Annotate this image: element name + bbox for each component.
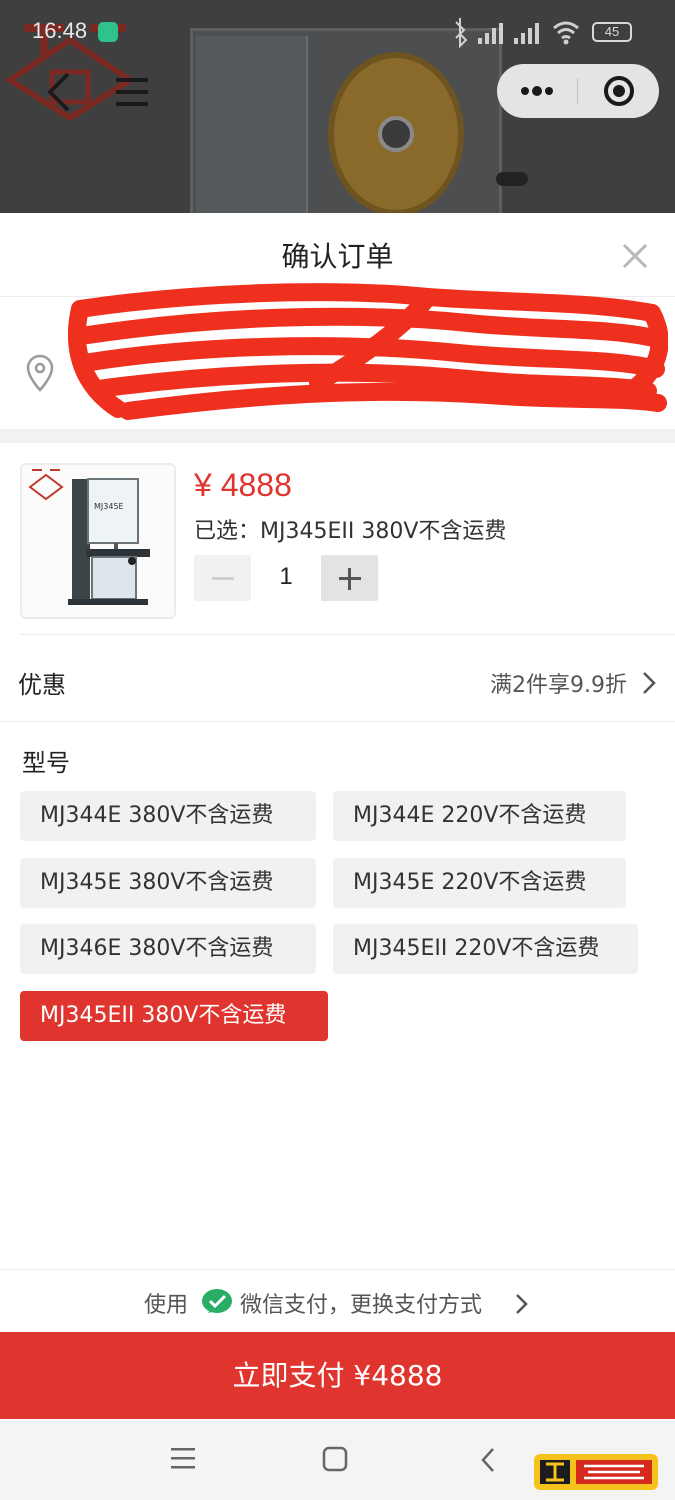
system-navigation-bar xyxy=(0,1420,675,1500)
order-sheet: 确认订单 MJ345E ¥ 4888 已选：MJ345EII 380V不含运费 … xyxy=(0,213,675,1420)
quantity-decrease-button[interactable] xyxy=(194,555,251,601)
shield-app-icon xyxy=(98,22,118,42)
model-option[interactable]: MJ344E 380V不含运费 xyxy=(20,791,316,841)
more-dots-icon[interactable] xyxy=(497,64,577,118)
model-option[interactable]: MJ345E 380V不含运费 xyxy=(20,858,316,908)
redaction-scribble xyxy=(68,283,668,420)
quantity-increase-button[interactable] xyxy=(321,555,378,601)
promo-value[interactable]: 满2件享9.9折 xyxy=(490,667,627,699)
location-pin-icon xyxy=(26,354,54,392)
home-icon[interactable] xyxy=(322,1446,348,1472)
product-price: ¥ 4888 xyxy=(194,467,292,503)
machine-wheel-hub xyxy=(378,116,414,152)
close-icon[interactable] xyxy=(618,239,652,273)
machine-door xyxy=(196,36,308,214)
machine-handle xyxy=(496,172,528,186)
section-gap xyxy=(0,429,675,443)
divider xyxy=(0,721,675,722)
back-icon[interactable] xyxy=(478,1446,498,1474)
model-option[interactable]: MJ345E 220V不含运费 xyxy=(333,858,626,908)
image-caption: MJ345E xyxy=(94,502,124,511)
miniprogram-capsule xyxy=(497,64,659,118)
payment-method-label: 微信支付，更换支付方式 xyxy=(240,1293,483,1318)
divider xyxy=(0,1269,675,1270)
selected-prefix: 已选： xyxy=(194,519,261,544)
payment-use-label: 使用 xyxy=(144,1293,189,1318)
selected-value: MJ345EII 380V不含运费 xyxy=(260,519,507,544)
product-image: MJ345E xyxy=(20,463,176,619)
promo-label: 优惠 xyxy=(18,671,66,699)
selected-spec: 已选：MJ345EII 380V不含运费 xyxy=(194,513,506,545)
payment-method-row[interactable]: 使用 微信支付，更换支付方式 xyxy=(0,1279,675,1325)
wechat-pay-icon xyxy=(202,1289,232,1313)
quantity-value[interactable]: 1 xyxy=(258,563,314,591)
chevron-right-icon[interactable] xyxy=(640,669,658,697)
pay-now-button[interactable]: 立即支付 ¥4888 xyxy=(0,1332,675,1419)
watermark-logo xyxy=(534,1454,658,1490)
capsule-divider xyxy=(577,78,578,104)
model-option[interactable]: MJ344E 220V不含运费 xyxy=(333,791,626,841)
divider xyxy=(20,634,675,635)
model-section-title: 型号 xyxy=(22,749,70,777)
chevron-left-icon[interactable] xyxy=(40,70,80,114)
model-option-selected[interactable]: MJ345EII 380V不含运费 xyxy=(20,991,328,1041)
model-option[interactable]: MJ346E 380V不含运费 xyxy=(20,924,316,974)
battery-indicator: 45 xyxy=(592,22,632,42)
bandsaw-illustration: MJ345E xyxy=(22,465,174,617)
sheet-title: 确认订单 xyxy=(281,240,394,273)
model-option[interactable]: MJ345EII 220V不含运费 xyxy=(333,924,638,974)
target-icon[interactable] xyxy=(579,64,659,118)
hamburger-menu-icon[interactable] xyxy=(112,74,152,110)
recent-apps-icon[interactable] xyxy=(170,1446,196,1470)
chevron-right-icon[interactable] xyxy=(514,1291,530,1317)
status-time: 16:48 xyxy=(32,18,88,43)
